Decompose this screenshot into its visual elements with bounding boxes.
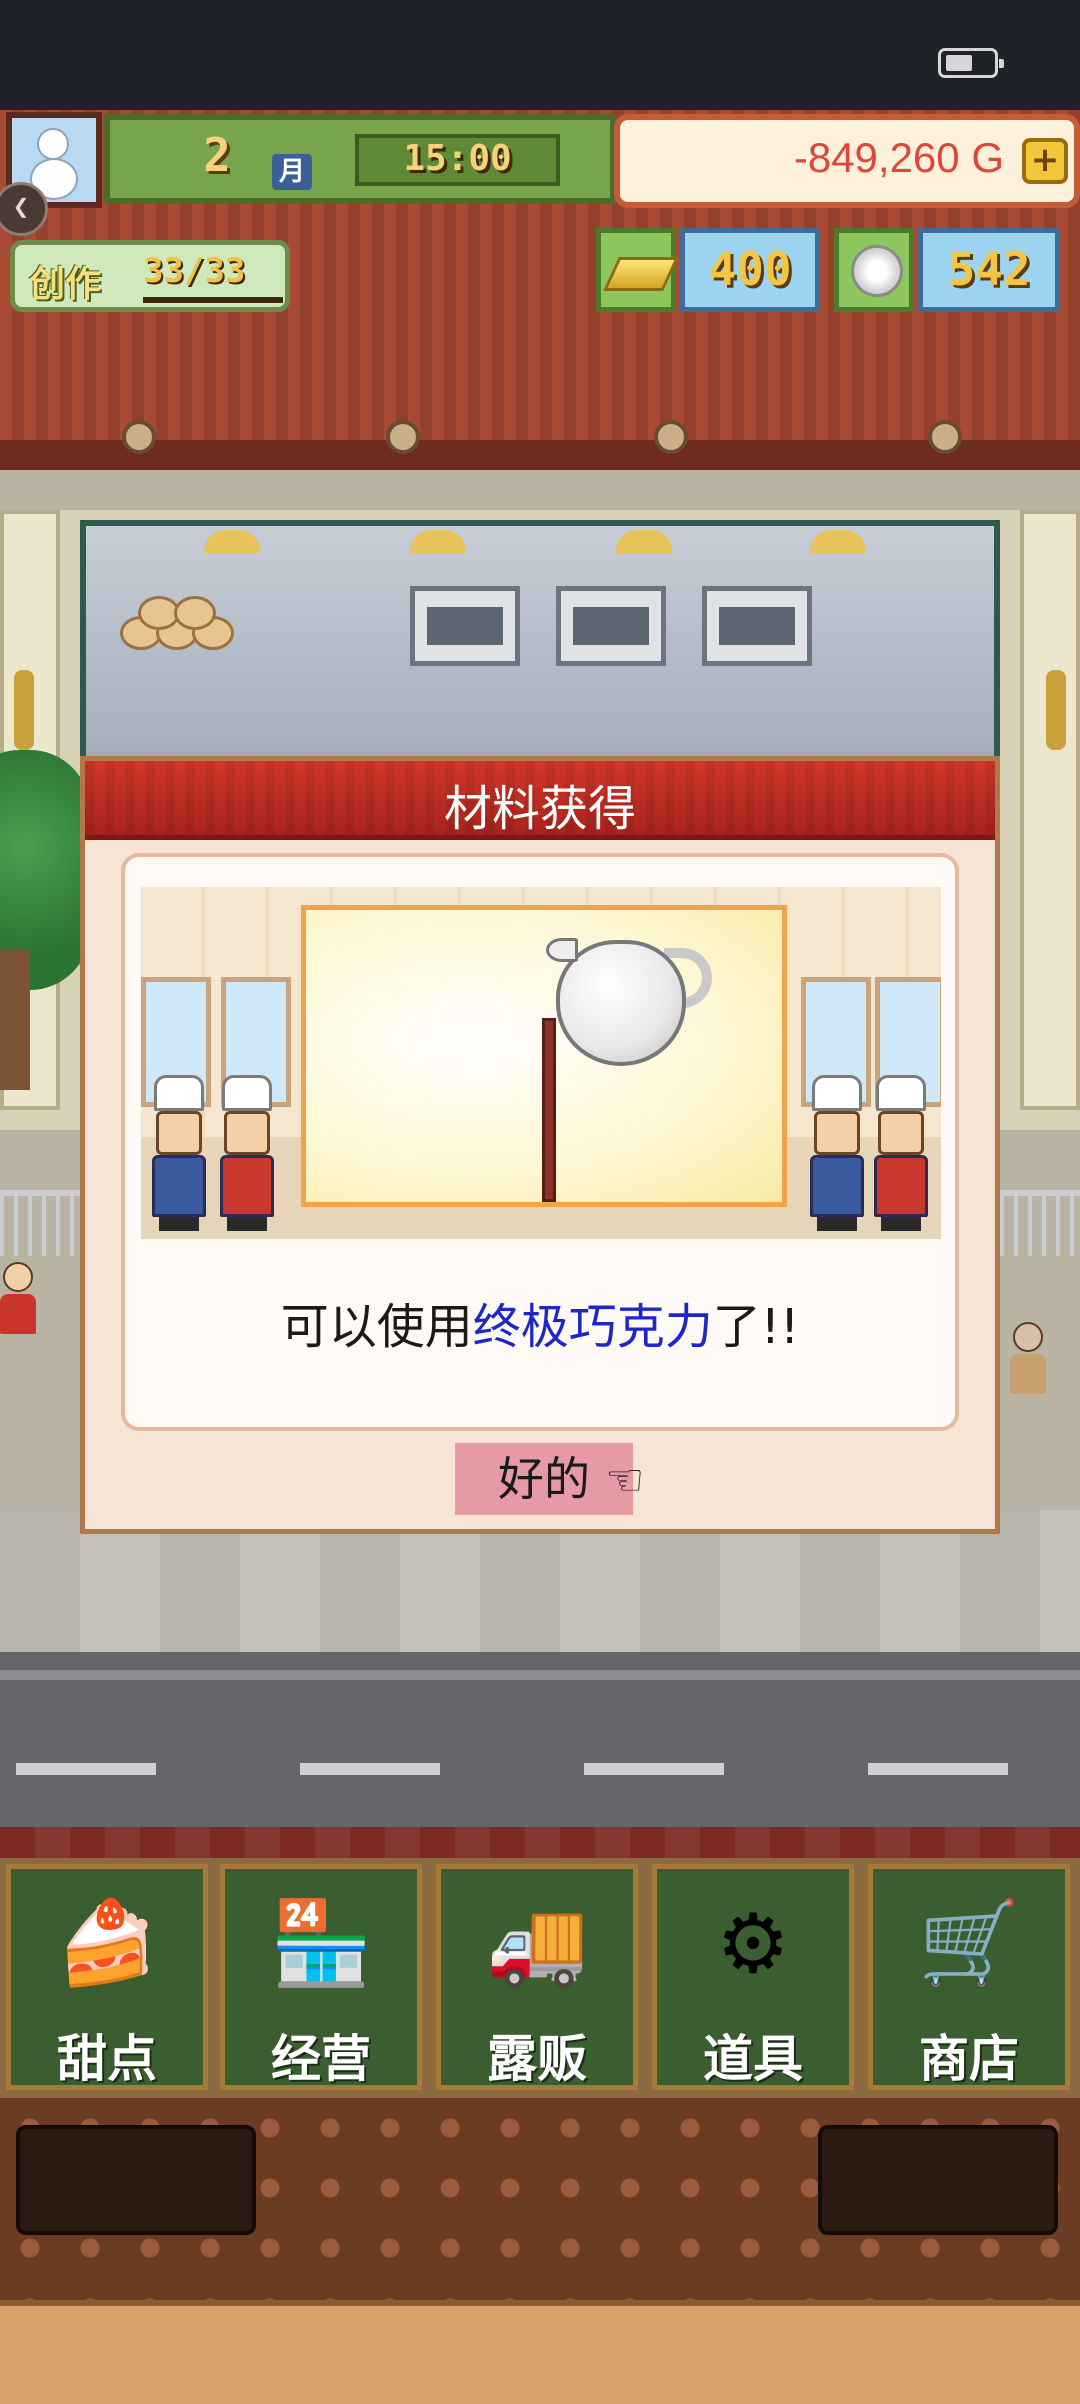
chef-character: [149, 1075, 209, 1231]
dialog-header: 材料获得: [85, 761, 995, 840]
chef-character: [871, 1075, 931, 1231]
menu-label: 甜点: [57, 2030, 157, 2088]
menu-label: 商店: [919, 2030, 1019, 2088]
plate-count: 542: [918, 228, 1060, 312]
create-count: 33/33: [143, 251, 246, 291]
gold-bar-icon: [603, 257, 679, 291]
menu-label: 露贩: [487, 2030, 587, 2088]
items-bag-icon: ⚙: [716, 1896, 790, 1992]
menu-label: 经营: [271, 2030, 371, 2088]
red-carpet: [0, 1827, 1080, 1860]
gold-resource: [596, 228, 679, 312]
status-bar: [0, 0, 1080, 110]
cake-icon: 🍰: [55, 1896, 159, 1991]
customer-character[interactable]: [0, 1262, 36, 1334]
shopping-cart-icon: 🛒: [917, 1896, 1021, 1991]
month-value: 2: [203, 128, 231, 182]
battery-icon: [938, 48, 1004, 78]
shop-icon: 🏪: [269, 1896, 373, 1991]
create-counter: 创作 33/33: [10, 240, 290, 312]
dialog-content: 可以使用终极巧克力了!!: [121, 853, 959, 1431]
plate-resource: [834, 228, 914, 312]
bottom-slot-left[interactable]: [16, 2125, 256, 2235]
menu-desserts-button[interactable]: 🍰 甜点: [6, 1864, 208, 2090]
food-truck-icon: 🚚: [485, 1896, 589, 1991]
menu-food-truck-button[interactable]: 🚚 露贩: [436, 1864, 638, 2090]
item-spotlight: [301, 905, 787, 1207]
sidewalk: [0, 1510, 1080, 1670]
add-money-button[interactable]: +: [1022, 138, 1068, 184]
dialog-message: 可以使用终极巧克力了!!: [280, 1299, 800, 1355]
pointing-hand-icon: ☜: [605, 1455, 645, 1506]
highlighted-item-name: 终极巧克力: [472, 1299, 713, 1355]
oven: [410, 586, 520, 666]
bottom-menu: 🍰 甜点 🏪 经营 🚚 露贩 ⚙ 道具 🛒 商店: [0, 1858, 1080, 2098]
create-label: 创作: [29, 264, 102, 305]
money-panel: -849,260 G +: [614, 114, 1080, 208]
date-panel: 2 月 15:00: [104, 114, 616, 204]
game-time: 15:00: [355, 134, 560, 186]
menu-items-button[interactable]: ⚙ 道具: [652, 1864, 854, 2090]
chef-character: [217, 1075, 277, 1231]
gold-count: 400: [680, 228, 820, 312]
month-label: 月: [272, 154, 312, 190]
reward-scene: [141, 887, 941, 1239]
plate-icon: [851, 245, 903, 297]
pitcher-icon: [546, 922, 716, 1072]
dialog-title: 材料获得: [443, 781, 636, 837]
bottom-slot-right[interactable]: [818, 2125, 1058, 2235]
menu-label: 道具: [703, 2030, 803, 2088]
material-obtained-dialog: 材料获得 可以使用终极巧克力了!! 好的 ☜: [80, 756, 1000, 1534]
menu-store-button[interactable]: 🛒 商店: [868, 1864, 1070, 2090]
chef-character: [807, 1075, 867, 1231]
customer-character[interactable]: [1010, 1322, 1046, 1394]
menu-management-button[interactable]: 🏪 经营: [220, 1864, 422, 2090]
oven: [702, 586, 812, 666]
money-value: -849,260 G: [793, 134, 1004, 181]
oven: [556, 586, 666, 666]
